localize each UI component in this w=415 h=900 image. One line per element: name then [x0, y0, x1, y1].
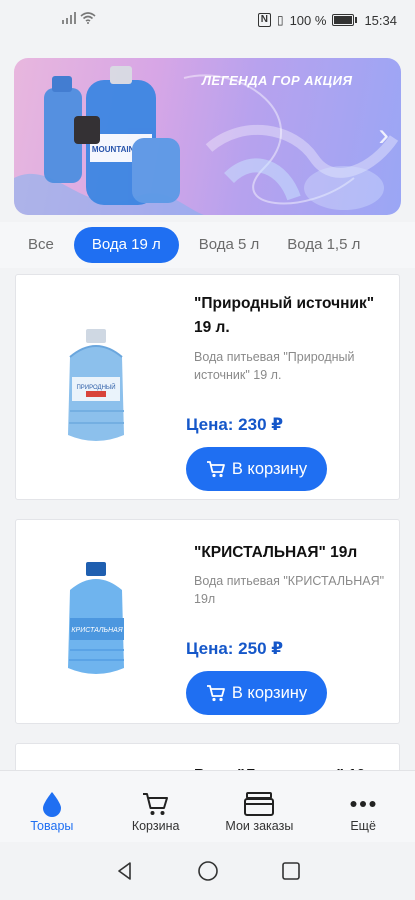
cart-icon	[142, 793, 168, 815]
svg-text:ПРИРОДНЫЙ: ПРИРОДНЫЙ	[76, 383, 115, 391]
cart-icon	[206, 685, 225, 702]
tab-water-5l[interactable]: Вода 5 л	[185, 227, 274, 263]
nav-more-label: Ещё	[350, 819, 376, 833]
status-right: N ▯ 100 % 15:34	[257, 11, 397, 29]
product-card[interactable]: КРИСТАЛЬНАЯ "КРИСТАЛЬНАЯ" 19л Вода питье…	[15, 519, 400, 724]
product-card[interactable]: ПРИРОДНЫЙ "Природный источник" 19 л. Вод…	[15, 274, 400, 500]
battery-percent: 100 %	[289, 12, 327, 28]
water-bottle-image: КРИСТАЛЬНАЯ	[68, 562, 124, 674]
tab-water-1-5l[interactable]: Вода 1,5 л	[273, 227, 374, 263]
system-navigation	[0, 842, 415, 900]
chevron-right-icon[interactable]: ›	[378, 116, 389, 153]
product-name[interactable]: "КРИСТАЛЬНАЯ" 19л	[194, 541, 389, 565]
wifi-icon	[80, 12, 96, 24]
product-price: Цена: 230 ₽	[186, 415, 284, 434]
product-description: Вода питьевая "Природный источник" 19 л.	[194, 350, 355, 382]
signal-icon	[62, 12, 76, 24]
nav-cart-label: Корзина	[131, 819, 180, 833]
category-tabs: Все Вода 19 л Вода 5 л Вода 1,5 л	[0, 222, 415, 268]
water-bottle-image: ПРИРОДНЫЙ	[68, 329, 124, 441]
nav-products[interactable]: Товары	[0, 771, 104, 843]
cart-icon	[206, 461, 225, 478]
product-description: Вода питьевая "КРИСТАЛЬНАЯ" 19л	[194, 574, 385, 606]
nav-orders-label: Мои заказы	[225, 819, 294, 833]
back-icon[interactable]	[115, 861, 135, 881]
tab-all[interactable]: Все	[14, 227, 68, 263]
recents-icon[interactable]	[281, 861, 301, 881]
signal-indicators	[62, 12, 96, 24]
add-to-cart-label: В корзину	[231, 459, 308, 478]
nfc-icon: N	[257, 13, 271, 27]
product-price: Цена: 250 ₽	[186, 639, 284, 658]
product-image: ПРИРОДНЫЙ	[56, 327, 146, 452]
svg-text:КРИСТАЛЬНАЯ: КРИСТАЛЬНАЯ	[71, 627, 122, 634]
clock: 15:34	[364, 12, 397, 28]
vibrate-icon: ▯	[276, 13, 284, 27]
banner-title: ЛЕГЕНДА ГОР АКЦИЯ	[202, 73, 353, 88]
status-bar: N ▯ 100 % 15:34	[0, 0, 415, 40]
water-drop-icon	[42, 792, 61, 817]
nav-more[interactable]: Ещё	[311, 771, 415, 843]
nav-cart[interactable]: Корзина	[104, 771, 208, 843]
more-dots-icon	[350, 801, 376, 807]
bottom-navigation: Товары Корзина Мои заказы Ещё	[0, 770, 415, 843]
nav-products-label: Товары	[30, 819, 74, 833]
product-name[interactable]: "Природный источник" 19 л.	[194, 292, 389, 340]
battery-icon	[332, 14, 358, 26]
home-icon[interactable]	[197, 860, 219, 882]
promo-banner[interactable]: MOUNTAIN AIR ЛЕГЕНДА ГОР АКЦИЯ ›	[14, 58, 401, 215]
nav-orders[interactable]: Мои заказы	[208, 771, 312, 843]
orders-box-icon	[244, 792, 275, 816]
tab-water-19l[interactable]: Вода 19 л	[73, 227, 179, 263]
product-image: КРИСТАЛЬНАЯ	[56, 560, 146, 685]
add-to-cart-button[interactable]: В корзину	[186, 671, 327, 715]
add-to-cart-label: В корзину	[231, 683, 308, 702]
add-to-cart-button[interactable]: В корзину	[186, 447, 327, 491]
